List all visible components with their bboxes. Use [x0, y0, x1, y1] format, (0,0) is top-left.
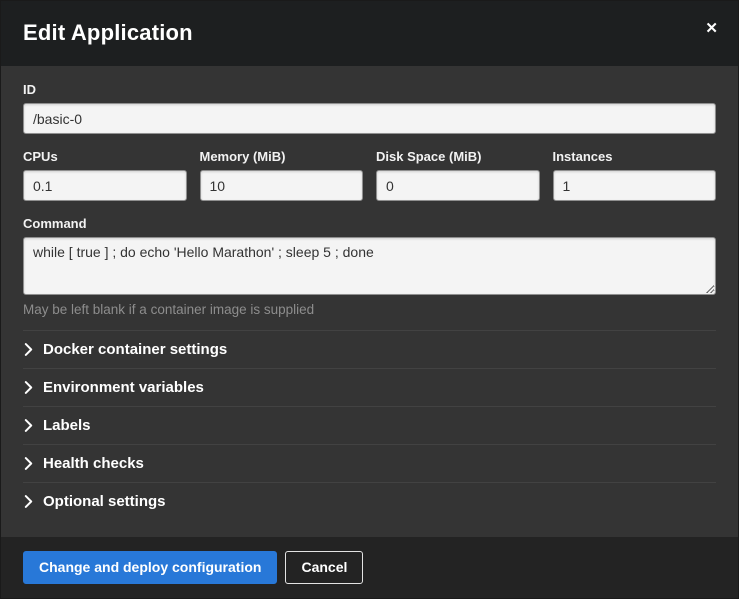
chevron-right-icon	[23, 381, 33, 394]
section-environment-variables[interactable]: Environment variables	[23, 368, 716, 406]
disk-input[interactable]	[376, 170, 540, 201]
section-label: Environment variables	[43, 379, 204, 396]
section-health-checks[interactable]: Health checks	[23, 444, 716, 482]
modal-body: ID CPUs Memory (MiB) Disk Space (MiB) In…	[1, 66, 738, 537]
cpus-input[interactable]	[23, 170, 187, 201]
instances-label: Instances	[553, 149, 717, 164]
section-label: Labels	[43, 417, 91, 434]
chevron-right-icon	[23, 343, 33, 356]
id-field-group: ID	[23, 82, 716, 134]
section-labels[interactable]: Labels	[23, 406, 716, 444]
section-docker-container-settings[interactable]: Docker container settings	[23, 330, 716, 368]
resources-row: CPUs Memory (MiB) Disk Space (MiB) Insta…	[23, 149, 716, 201]
instances-input[interactable]	[553, 170, 717, 201]
section-label: Health checks	[43, 455, 144, 472]
instances-field-group: Instances	[553, 149, 717, 201]
disk-label: Disk Space (MiB)	[376, 149, 540, 164]
modal-footer: Change and deploy configuration Cancel	[1, 537, 738, 598]
memory-field-group: Memory (MiB)	[200, 149, 364, 201]
cpus-field-group: CPUs	[23, 149, 187, 201]
disk-field-group: Disk Space (MiB)	[376, 149, 540, 201]
cancel-button[interactable]: Cancel	[285, 551, 363, 584]
modal-title: Edit Application	[23, 20, 716, 46]
collapsible-sections: Docker container settings Environment va…	[23, 330, 716, 520]
chevron-right-icon	[23, 495, 33, 508]
cpus-label: CPUs	[23, 149, 187, 164]
memory-label: Memory (MiB)	[200, 149, 364, 164]
change-and-deploy-button[interactable]: Change and deploy configuration	[23, 551, 277, 584]
section-label: Optional settings	[43, 493, 166, 510]
command-label: Command	[23, 216, 716, 231]
edit-application-modal: Edit Application ✕ ID CPUs Memory (MiB) …	[0, 0, 739, 599]
command-field-group: Command while [ true ] ; do echo 'Hello …	[23, 216, 716, 317]
command-help-text: May be left blank if a container image i…	[23, 302, 716, 317]
command-textarea[interactable]: while [ true ] ; do echo 'Hello Marathon…	[23, 237, 716, 295]
section-optional-settings[interactable]: Optional settings	[23, 482, 716, 520]
section-label: Docker container settings	[43, 341, 227, 358]
chevron-right-icon	[23, 419, 33, 432]
close-icon[interactable]: ✕	[699, 17, 724, 40]
modal-header: Edit Application ✕	[1, 1, 738, 66]
chevron-right-icon	[23, 457, 33, 470]
id-label: ID	[23, 82, 716, 97]
id-input[interactable]	[23, 103, 716, 134]
memory-input[interactable]	[200, 170, 364, 201]
